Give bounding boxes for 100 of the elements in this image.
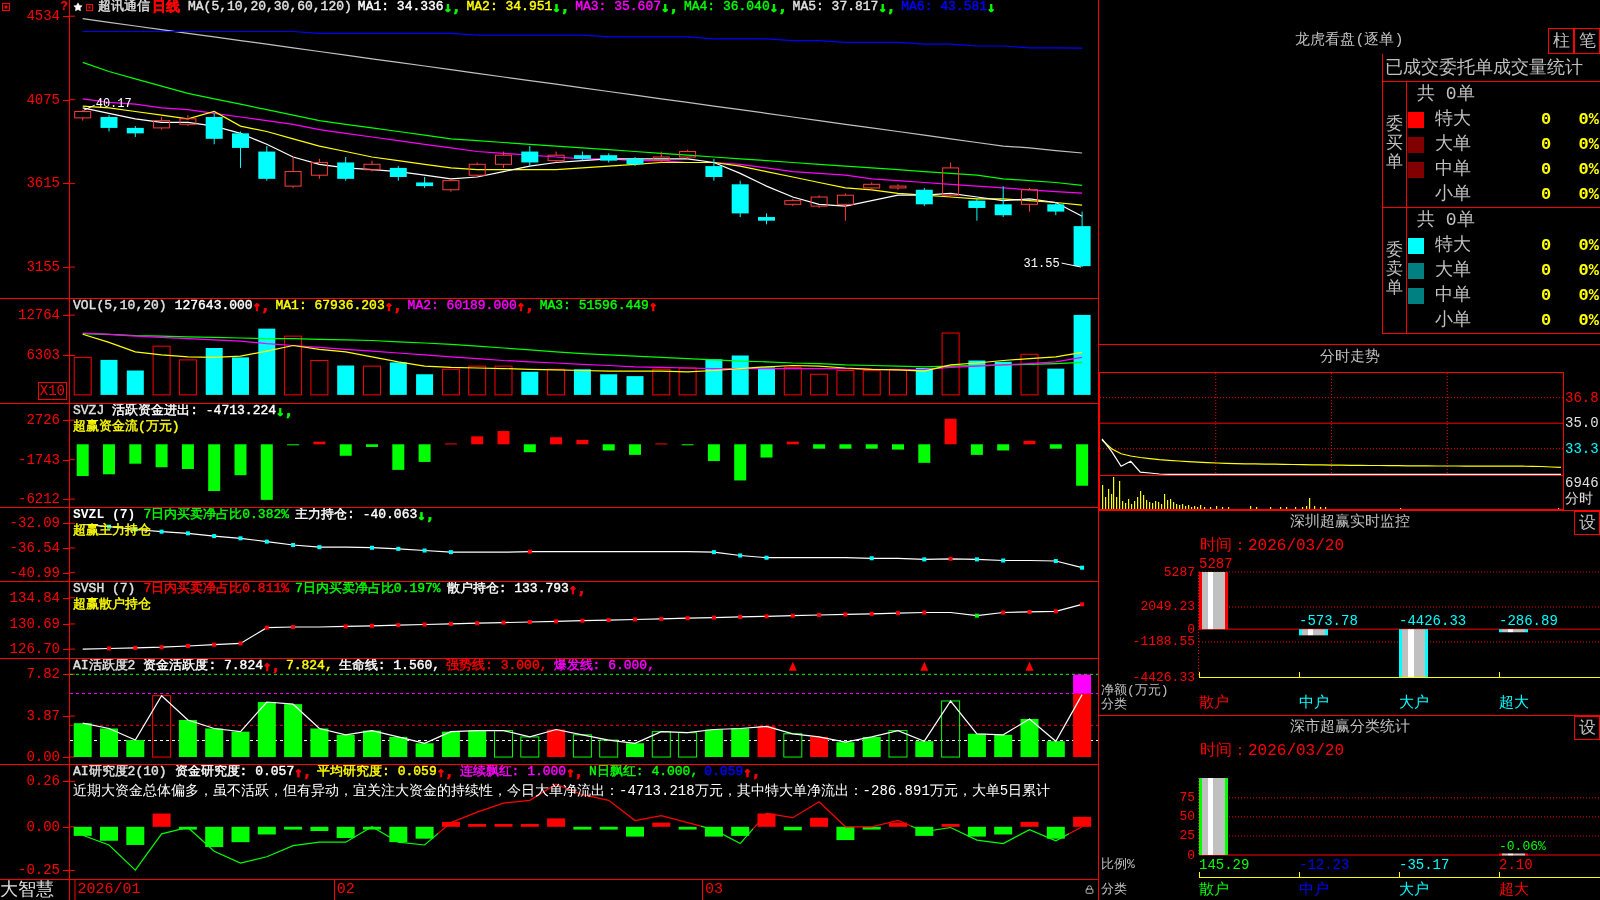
candlestick — [258, 145, 276, 182]
candlestick — [232, 131, 249, 169]
category-bar — [1199, 572, 1228, 630]
candlestick — [994, 185, 1012, 218]
candlestick — [310, 158, 328, 180]
square-icon[interactable] — [86, 3, 93, 11]
indicator-reading: MA6: 43.581 — [901, 0, 988, 14]
axis-tick-label: 33.3 — [1565, 440, 1599, 457]
indicator-name: VOL(5,10,20) — [73, 299, 167, 313]
trend-arrow: ↓, — [443, 0, 461, 14]
order-share: 0% — [1578, 158, 1599, 181]
candlestick — [468, 161, 486, 178]
trend-arrow: ↑, — [566, 765, 583, 779]
axis-tick-label: 6303 — [26, 347, 60, 364]
candlestick — [74, 109, 92, 122]
axis-tick-label: 12764 — [18, 307, 60, 324]
volume-scale-label: 6946 — [1564, 475, 1600, 491]
axis-tick-label: -4426.33 — [1132, 669, 1195, 685]
candlestick — [416, 176, 434, 189]
side-label: 委买单 — [1386, 116, 1403, 173]
category-label: 散户 — [1199, 883, 1229, 899]
candlestick — [521, 145, 539, 167]
candlestick — [205, 112, 223, 145]
candlestick — [100, 114, 118, 133]
candlestick — [810, 194, 828, 209]
candlestick — [731, 180, 749, 218]
order-share: 0% — [1578, 183, 1599, 206]
indicator-reading: 活跃资金进出: -4713.224 — [112, 404, 277, 418]
order-size-label: 大单 — [1435, 260, 1471, 280]
settings-button[interactable]: 设 — [1574, 511, 1600, 535]
value-label: -4426.33 — [1399, 613, 1467, 630]
date-time-label: 时间：2026/03/20 — [1200, 742, 1344, 760]
indicator-reading: MA2: 60189.000 — [407, 299, 517, 313]
candlestick — [679, 149, 697, 160]
view-toggle-button[interactable]: 柱 — [1548, 28, 1574, 54]
date-label: 03 — [701, 880, 726, 900]
pane-caption: 超赢资金流(万元) — [73, 419, 180, 434]
star-icon[interactable] — [73, 2, 83, 12]
candlestick — [337, 156, 355, 182]
indicator-reading: 连续飘红: 1.000 — [459, 765, 567, 779]
axis-tick-label: 2726 — [26, 412, 60, 429]
axis-tick-label: 25 — [1179, 828, 1195, 844]
ratio-value: -35.17 — [1399, 857, 1450, 873]
axis-tick-label: -0.25 — [18, 862, 60, 879]
axis-tick-label: 36.8 — [1565, 389, 1599, 406]
candlestick — [153, 116, 171, 131]
ratio-value: -12.23 — [1299, 857, 1350, 873]
leader-line — [1061, 262, 1082, 268]
category-bar — [1299, 629, 1328, 636]
axis-tick-label: 3615 — [26, 175, 60, 192]
axis-unit-label: 分时 — [1564, 491, 1594, 508]
square-icon[interactable] — [2, 3, 10, 11]
candlestick — [363, 160, 381, 173]
order-size-label: 中单 — [1435, 159, 1471, 179]
order-size-label: 特大 — [1435, 235, 1471, 255]
category-bar — [1499, 629, 1528, 633]
indicator-reading: 生命线: 1.560, — [338, 659, 441, 673]
candlestick — [784, 198, 802, 207]
candlestick — [626, 156, 644, 167]
axis-tick-label: 35.0 — [1565, 415, 1599, 432]
axis-tick-label: -1188.55 — [1132, 634, 1195, 650]
candlestick — [495, 151, 512, 169]
indicator-reading: MA3: 35.607 — [575, 0, 662, 14]
settings-button[interactable]: 设 — [1574, 716, 1600, 740]
candlestick — [942, 161, 960, 198]
indicator-reading: MA1: 67936.203 — [275, 299, 385, 313]
lock-icon[interactable] — [1085, 885, 1094, 894]
candlestick — [652, 151, 670, 163]
price-label: 31.55 — [1023, 257, 1060, 272]
axis-tick-label: 0 — [1187, 621, 1195, 637]
order-share: 0% — [1578, 259, 1599, 282]
trend-arrow: ↑ — [648, 299, 658, 313]
candlestick — [968, 198, 986, 222]
indicator-reading: 127643.000 — [174, 299, 253, 313]
category-label: 超大 — [1499, 696, 1529, 712]
trend-arrow: ↑, — [743, 765, 761, 779]
candlestick — [179, 114, 197, 127]
order-count: 0 — [1540, 234, 1552, 257]
trend-arrow: ↑, — [252, 299, 270, 313]
axis-title: 净额(万元) — [1101, 683, 1169, 698]
indicator-reading: N日飘红: 4.000, — [589, 765, 699, 779]
candlestick — [705, 158, 723, 182]
leader-line — [83, 104, 96, 111]
value-label: -573.78 — [1299, 613, 1358, 630]
category-label: 中户 — [1299, 883, 1329, 899]
axis-tick-label: -6212 — [18, 491, 60, 508]
order-share: 0% — [1578, 284, 1599, 307]
help-mark[interactable]: ? — [60, 0, 68, 14]
indicator-reading: MA2: 34.951 — [466, 0, 553, 14]
indicator-reading: MA5: 37.817 — [792, 0, 879, 14]
indicator-name: 超讯通信 — [98, 0, 150, 14]
axis-tick-label: 4534 — [26, 8, 60, 25]
unit-label[interactable]: X10 — [37, 382, 67, 400]
panel-title: 龙虎看盘(逐单) — [1295, 30, 1404, 51]
order-share: 0% — [1578, 234, 1599, 257]
view-toggle-button[interactable]: 笔 — [1574, 28, 1600, 54]
axis-tick-label: -1743 — [18, 451, 60, 468]
trend-arrow: ↓, — [878, 0, 896, 14]
section-title: 分时走势 — [1319, 347, 1380, 369]
candlestick — [389, 165, 407, 182]
